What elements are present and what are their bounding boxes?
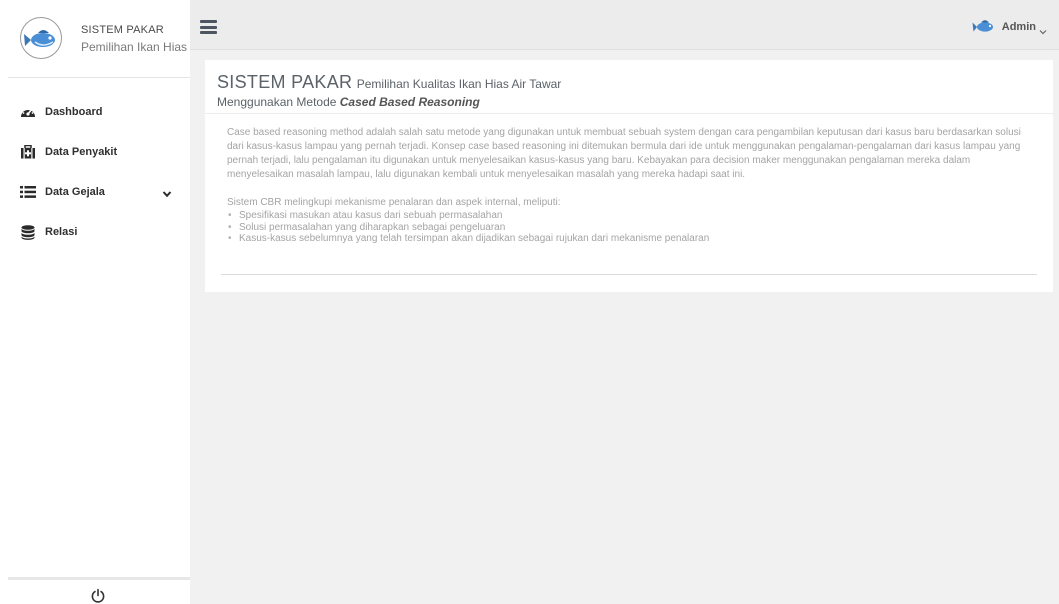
sidebar-item-dashboard[interactable]: Dashboard (0, 92, 190, 132)
fish-logo-icon (20, 17, 62, 59)
top-navbar: Admin (190, 0, 1059, 50)
hamburger-icon[interactable] (200, 20, 217, 34)
sidebar-item-data-penyakit[interactable]: Data Penyakit (0, 132, 190, 172)
user-name: Admin (1001, 21, 1036, 33)
card-body: Case based reasoning method adalah salah… (227, 126, 1035, 245)
list-item: Spesifikasi masukan atau kasus dari sebu… (227, 210, 1035, 222)
tachometer-icon (20, 104, 36, 120)
sidebar-item-label: Relasi (45, 226, 78, 238)
sidebar-item-label: Data Gejala (45, 186, 105, 198)
list-icon (20, 184, 36, 200)
chevron-down-icon (1039, 23, 1047, 35)
sidebar-item-label: Dashboard (45, 106, 103, 118)
content-card: SISTEM PAKAR Pemilihan Kualitas Ikan Hia… (205, 60, 1053, 292)
medkit-icon (20, 144, 36, 160)
list-intro: Sistem CBR melingkupi mekanisme penalara… (227, 197, 561, 208)
subtitle-method: Cased Based Reasoning (339, 95, 480, 109)
description-paragraph: Case based reasoning method adalah salah… (227, 127, 1021, 180)
list-item: Solusi permasalahan yang diharapkan seba… (227, 222, 1035, 234)
page-title-main: SISTEM PAKAR (217, 72, 353, 92)
chevron-down-icon[interactable] (162, 186, 172, 198)
sidebar-nav: Dashboard Data Penyakit Data Gejala Rela… (0, 92, 190, 252)
page-title: SISTEM PAKAR Pemilihan Kualitas Ikan Hia… (217, 72, 561, 93)
brand-subtitle: Pemilihan Ikan Hias (81, 40, 188, 54)
page-title-sub: Pemilihan Kualitas Ikan Hias Air Tawar (356, 77, 562, 91)
sidebar-item-label: Data Penyakit (45, 146, 118, 158)
cbr-list: Spesifikasi masukan atau kasus dari sebu… (227, 210, 1035, 245)
brand: SISTEM PAKAR Pemilihan Ikan Hias (8, 0, 190, 78)
page-subtitle: Menggunakan Metode Cased Based Reasoning (217, 95, 480, 109)
brand-title: SISTEM PAKAR (81, 24, 164, 36)
sidebar-item-data-gejala[interactable]: Data Gejala (0, 172, 190, 212)
fish-avatar-icon (972, 16, 996, 38)
sidebar-footer (8, 577, 190, 604)
database-icon (20, 224, 36, 240)
sidebar: SISTEM PAKAR Pemilihan Ikan Hias Dashboa… (0, 0, 190, 604)
card-header: SISTEM PAKAR Pemilihan Kualitas Ikan Hia… (205, 60, 1053, 114)
sidebar-item-relasi[interactable]: Relasi (0, 212, 190, 252)
subtitle-prefix: Menggunakan Metode (217, 95, 337, 109)
list-item: Kasus-kasus sebelumnya yang telah tersim… (227, 233, 1035, 245)
power-icon[interactable] (90, 588, 106, 604)
divider (221, 274, 1037, 275)
user-menu[interactable]: Admin (972, 16, 1047, 38)
